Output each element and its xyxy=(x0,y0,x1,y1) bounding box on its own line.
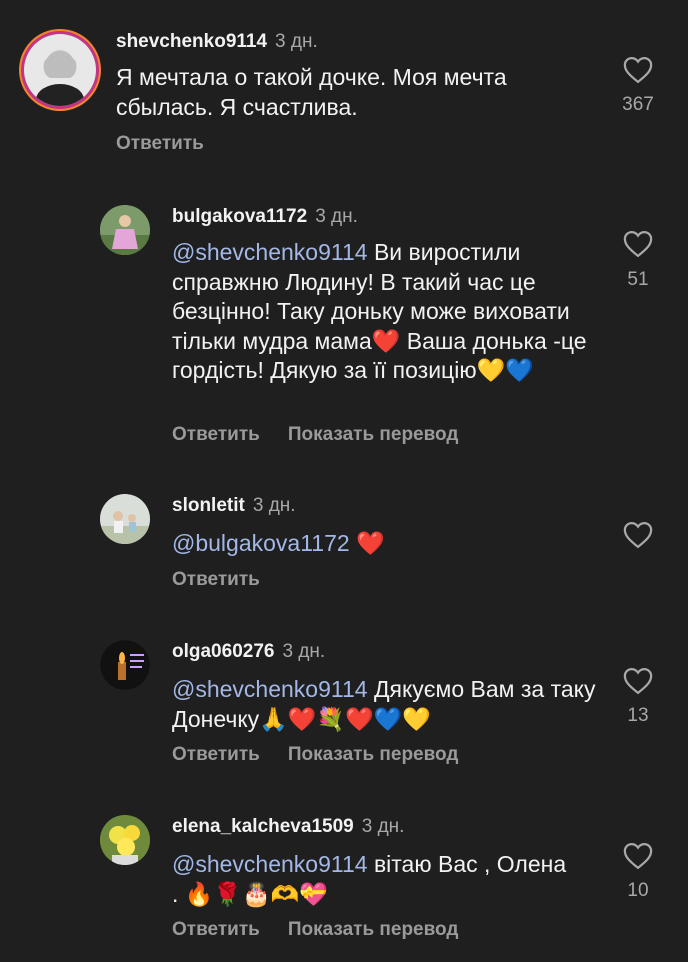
comment-actions: Ответить xyxy=(116,133,232,155)
show-translation-button[interactable]: Показать перевод xyxy=(288,744,459,765)
like-count: 13 xyxy=(627,705,649,726)
avatar[interactable] xyxy=(100,815,150,865)
heart-outline-icon[interactable] xyxy=(623,230,653,258)
heart-outline-icon[interactable] xyxy=(623,842,653,870)
comment-header: olga060276 3 дн. xyxy=(172,641,325,663)
like-count: 51 xyxy=(627,269,649,290)
avatar[interactable] xyxy=(100,494,150,544)
comment-text: @shevchenko9114 Дякуємо Вам за таку Доне… xyxy=(172,675,612,734)
comment-header: bulgakova1172 3 дн. xyxy=(172,206,358,228)
avatar[interactable] xyxy=(100,205,150,255)
like-count: 10 xyxy=(627,880,649,901)
like-count: 367 xyxy=(622,94,654,115)
username[interactable]: shevchenko9114 xyxy=(116,31,267,52)
comment-text: @shevchenko9114 вітаю Вас , Олена . 🔥🌹🎂🫶… xyxy=(172,850,572,909)
reply-button[interactable]: Ответить xyxy=(172,569,260,590)
show-translation-button[interactable]: Показать перевод xyxy=(288,424,459,445)
username[interactable]: elena_kalcheva1509 xyxy=(172,816,354,837)
reply-button[interactable]: Ответить xyxy=(172,424,260,445)
reply-button[interactable]: Ответить xyxy=(116,133,204,154)
comment-header: slonletit 3 дн. xyxy=(172,495,296,517)
comment-text: @bulgakova1172 ❤️ xyxy=(172,529,592,559)
comment-header: elena_kalcheva1509 3 дн. xyxy=(172,816,404,838)
mention-link[interactable]: @shevchenko9114 xyxy=(172,239,368,265)
comment-header: shevchenko9114 3 дн. xyxy=(116,31,318,53)
comment-actions: Ответить Показать перевод xyxy=(172,744,486,766)
heart-outline-icon[interactable] xyxy=(623,521,653,549)
heart-outline-icon[interactable] xyxy=(623,56,653,84)
timestamp: 3 дн. xyxy=(252,495,296,516)
timestamp: 3 дн. xyxy=(282,641,326,662)
mention-link[interactable]: @shevchenko9114 xyxy=(172,851,368,877)
heart-outline-icon[interactable] xyxy=(623,667,653,695)
timestamp: 3 дн. xyxy=(361,816,405,837)
mention-link[interactable]: @shevchenko9114 xyxy=(172,676,368,702)
avatar[interactable] xyxy=(100,640,150,690)
show-translation-button[interactable]: Показать перевод xyxy=(288,919,459,940)
reply-button[interactable]: Ответить xyxy=(172,919,260,940)
timestamp: 3 дн. xyxy=(275,31,318,52)
comment-body: ❤️ xyxy=(349,530,385,556)
comment-actions: Ответить Показать перевод xyxy=(172,424,486,446)
comment-text: Я мечтала о такой дочке. Моя мечта сбыла… xyxy=(116,64,507,120)
mention-link[interactable]: @bulgakova1172 xyxy=(172,530,350,556)
timestamp: 3 дн. xyxy=(315,206,358,227)
reply-button[interactable]: Ответить xyxy=(172,744,260,765)
comment-actions: Ответить Показать перевод xyxy=(172,919,486,941)
username[interactable]: slonletit xyxy=(172,495,245,516)
comment-actions: Ответить xyxy=(172,569,288,591)
avatar[interactable] xyxy=(24,34,96,106)
username[interactable]: olga060276 xyxy=(172,641,274,662)
comment-text: @shevchenko9114 Ви виростили справжню Лю… xyxy=(172,238,592,386)
username[interactable]: bulgakova1172 xyxy=(172,206,307,227)
